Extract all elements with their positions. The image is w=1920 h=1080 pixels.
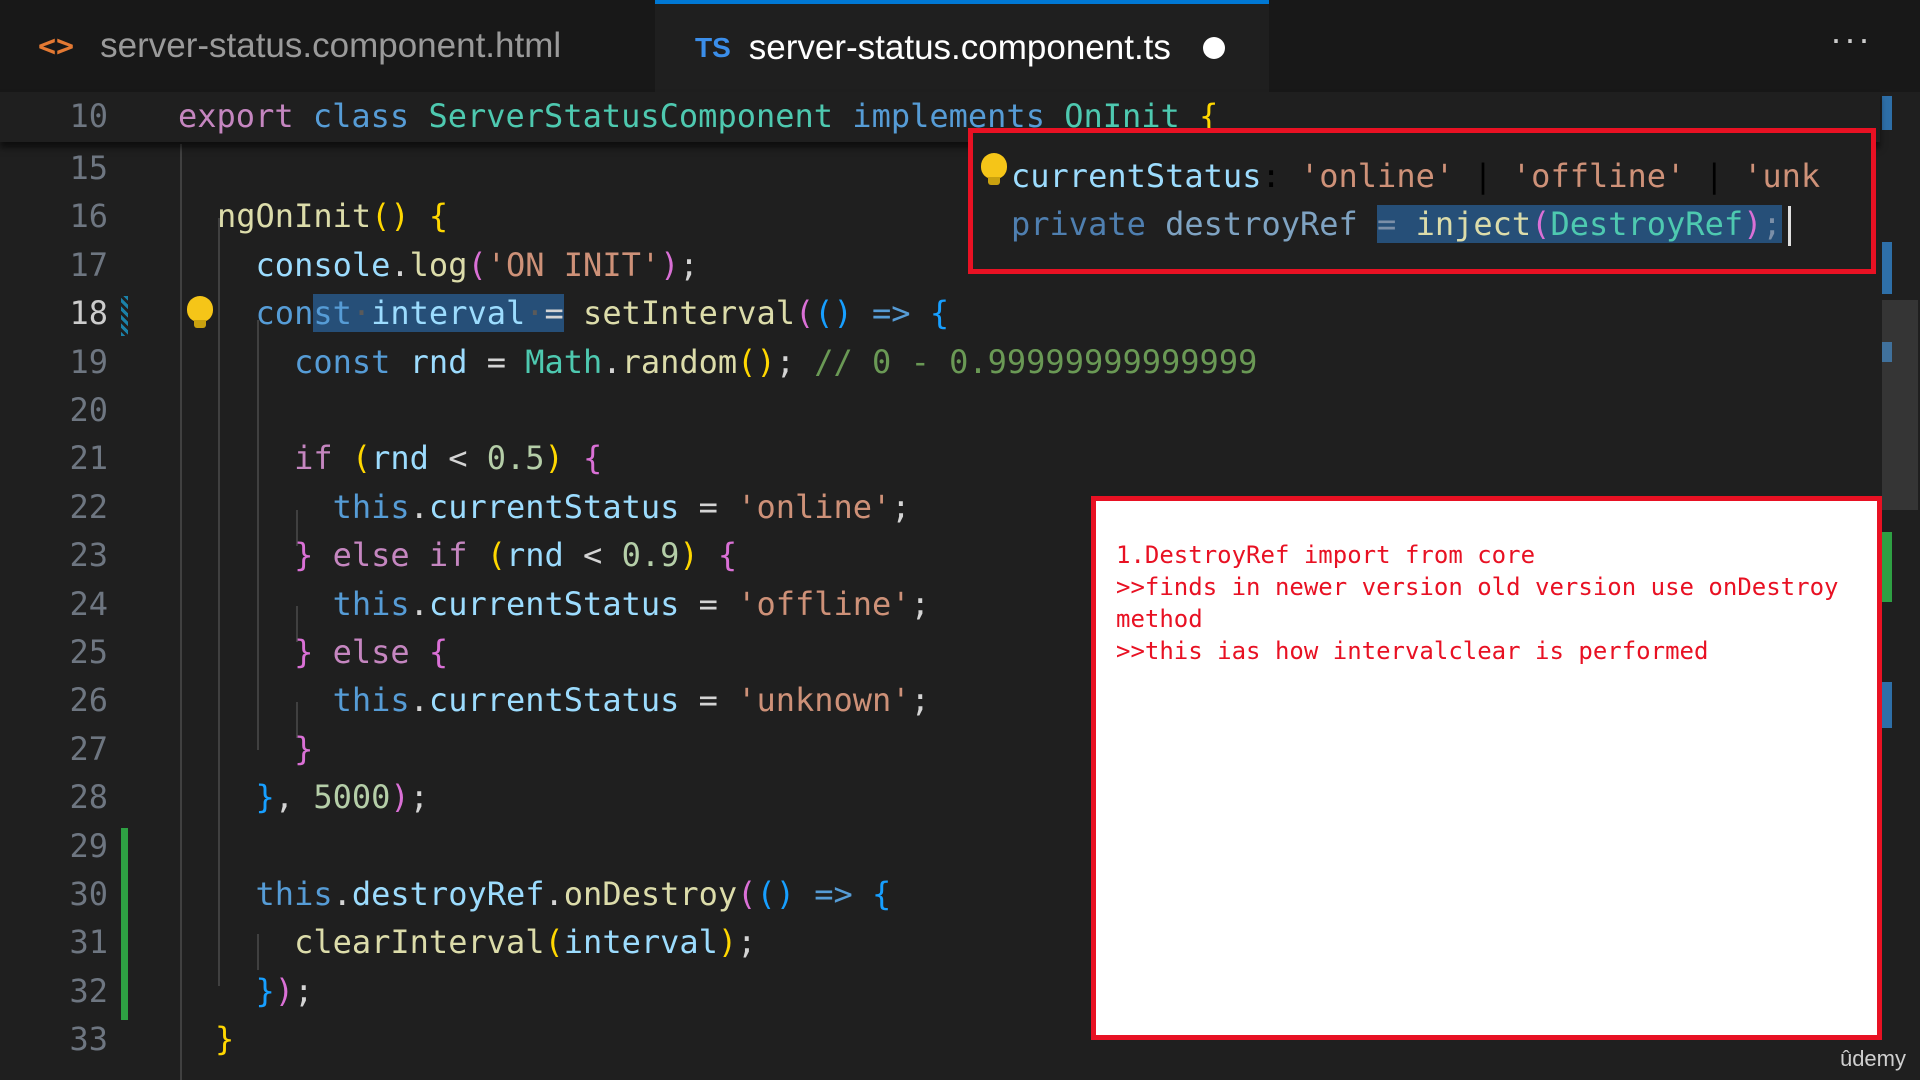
line-number: 24 <box>69 584 108 623</box>
code-line: 20 <box>0 386 1880 434</box>
code-text: this.currentStatus = 'unknown'; <box>332 681 930 720</box>
overlay-line-1: currentStatus: 'online' | 'offline' | 'u… <box>1011 157 1821 195</box>
overlay-line-2: private destroyRef = inject(DestroyRef); <box>1011 205 1782 243</box>
html-icon: <> <box>38 28 75 64</box>
code-line: 18 const·interval·= setInterval(() => { <box>0 289 1880 337</box>
tab-bar: <> server-status.component.html TS serve… <box>0 0 1920 92</box>
vertical-scrollbar[interactable] <box>1880 92 1920 1080</box>
tab-label: server-status.component.ts <box>748 28 1171 67</box>
line-number: 26 <box>69 681 108 720</box>
line-number: 28 <box>69 778 108 817</box>
code-text: } else { <box>294 633 449 671</box>
tab-html-file[interactable]: <> server-status.component.html <box>0 0 655 92</box>
line-number: 22 <box>69 487 108 526</box>
overview-marker <box>1882 532 1892 602</box>
line-number: 30 <box>69 875 108 913</box>
code-text: this.currentStatus = 'online'; <box>332 487 911 526</box>
tab-label: server-status.component.html <box>100 26 562 65</box>
more-actions-icon[interactable]: ··· <box>1830 18 1872 60</box>
code-line: 19 const rnd = Math.random(); // 0 - 0.9… <box>0 338 1880 386</box>
code-text: console.log('ON INIT'); <box>255 245 699 284</box>
line-number: 15 <box>69 149 108 187</box>
line-number: 32 <box>69 971 108 1010</box>
line-number: 18 <box>69 294 108 333</box>
code-line: 21 if (rnd < 0.5) { <box>0 434 1880 482</box>
annotation-note: 1.DestroyRef import from core >>finds in… <box>1091 496 1882 1040</box>
peek-overlay: currentStatus: 'online' | 'offline' | 'u… <box>968 128 1876 274</box>
code-text: } <box>294 729 314 768</box>
lightbulb-icon <box>981 153 1007 185</box>
line-number: 19 <box>69 342 108 381</box>
line-number: 23 <box>69 536 108 575</box>
code-text: } else if (rnd < 0.9) { <box>294 536 738 575</box>
code-text: const rnd = Math.random(); // 0 - 0.9999… <box>294 342 1258 381</box>
text-cursor <box>1788 206 1791 246</box>
line-number: 31 <box>69 923 108 962</box>
line-number: 25 <box>69 633 108 671</box>
tab-ts-file[interactable]: TS server-status.component.ts <box>655 0 1269 92</box>
code-text: clearInterval(interval); <box>294 923 757 962</box>
code-text: }, 5000); <box>255 778 429 817</box>
udemy-watermark: ûdemy <box>1839 1046 1906 1071</box>
code-text: }); <box>255 971 314 1010</box>
code-text: const·interval·= setInterval(() => { <box>255 294 950 333</box>
overview-marker <box>1882 242 1892 294</box>
line-number: 29 <box>69 826 108 865</box>
code-text: ngOnInit() { <box>217 197 449 236</box>
overview-marker <box>1882 682 1892 728</box>
line-number: 10 <box>69 97 108 135</box>
overview-marker <box>1882 96 1892 130</box>
note-text: 1.DestroyRef import from core >>finds in… <box>1116 541 1839 665</box>
line-number: 16 <box>69 197 108 236</box>
scrollbar-thumb[interactable] <box>1882 300 1918 510</box>
line-number: 33 <box>69 1020 108 1059</box>
line-number: 21 <box>69 439 108 478</box>
ts-icon: TS <box>695 32 731 63</box>
code-text: if (rnd < 0.5) { <box>294 439 603 478</box>
code-text: this.destroyRef.onDestroy(() => { <box>255 875 892 913</box>
code-text: } <box>215 1020 235 1059</box>
line-number: 17 <box>69 245 108 284</box>
code-text: this.currentStatus = 'offline'; <box>332 584 930 623</box>
line-number: 27 <box>69 729 108 768</box>
unsaved-dot-icon[interactable] <box>1202 37 1225 59</box>
line-number: 20 <box>69 391 108 429</box>
